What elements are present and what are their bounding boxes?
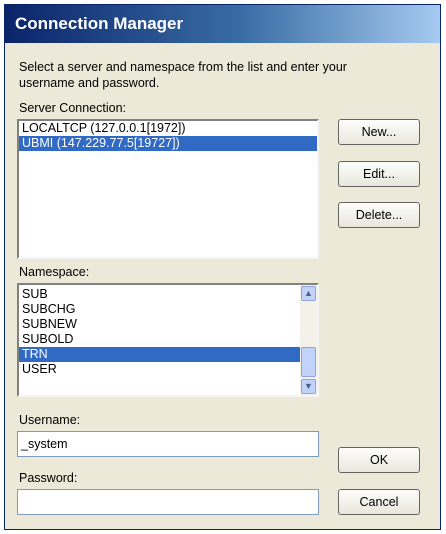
namespace-item-trn[interactable]: TRN — [19, 347, 300, 362]
instructions-text: Select a server and namespace from the l… — [19, 60, 347, 90]
delete-button[interactable]: Delete... — [338, 202, 420, 228]
namespace-item-subnew[interactable]: SUBNEW — [19, 317, 317, 332]
namespace-item-sub[interactable]: SUB — [19, 287, 317, 302]
window-title: Connection Manager — [15, 14, 184, 33]
namespace-item-user[interactable]: USER — [19, 362, 317, 377]
namespace-item-subold[interactable]: SUBOLD — [19, 332, 317, 347]
cancel-button[interactable]: Cancel — [338, 489, 420, 515]
password-input[interactable] — [17, 489, 319, 515]
server-item-ubmi[interactable]: UBMI (147.229.77.5[19727]) — [19, 136, 317, 151]
namespace-list[interactable]: SUB SUBCHG SUBNEW SUBOLD TRN USER ▲ ▼ — [17, 283, 319, 397]
server-connection-list[interactable]: LOCALTCP (127.0.0.1[1972]) UBMI (147.229… — [17, 119, 319, 259]
server-connection-label: Server Connection: — [19, 101, 127, 115]
ok-button[interactable]: OK — [338, 447, 420, 473]
new-button[interactable]: New... — [338, 119, 420, 145]
username-label: Username: — [19, 413, 81, 427]
username-input[interactable]: _system — [17, 431, 319, 457]
connection-manager-dialog: Connection Manager Select a server and n… — [4, 4, 441, 530]
namespace-item-subchg[interactable]: SUBCHG — [19, 302, 317, 317]
server-item-localtcp[interactable]: LOCALTCP (127.0.0.1[1972]) — [19, 121, 317, 136]
scroll-up-arrow-icon[interactable]: ▲ — [301, 286, 316, 301]
namespace-scrollbar[interactable]: ▲ ▼ — [300, 285, 317, 395]
password-label: Password: — [19, 471, 78, 485]
edit-button[interactable]: Edit... — [338, 161, 420, 187]
scroll-thumb[interactable] — [301, 347, 316, 377]
scroll-down-arrow-icon[interactable]: ▼ — [301, 379, 316, 394]
namespace-label: Namespace: — [19, 265, 90, 279]
title-bar[interactable]: Connection Manager — [5, 5, 440, 43]
